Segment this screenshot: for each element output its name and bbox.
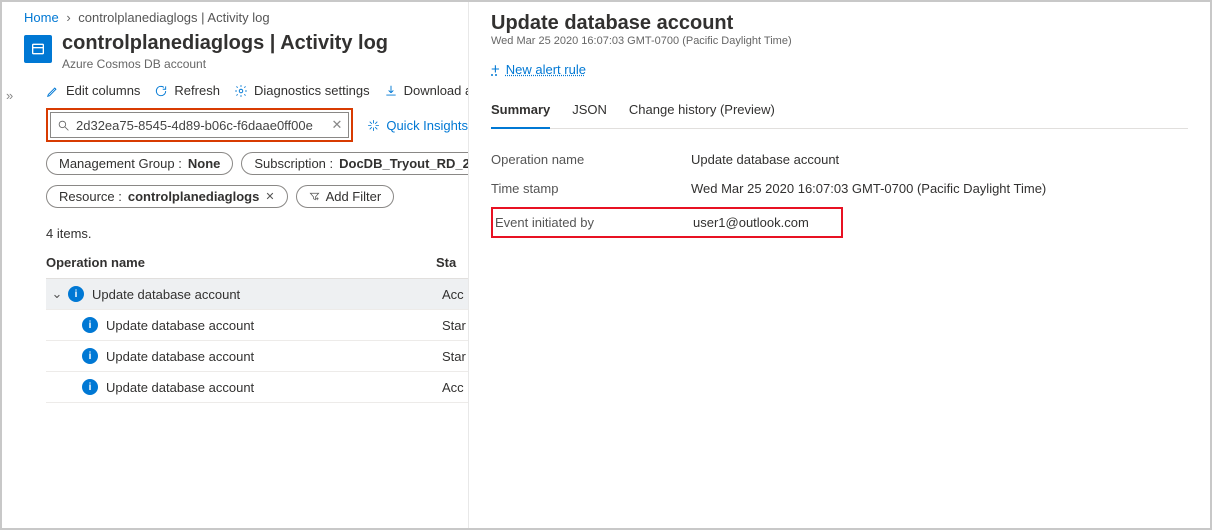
tab-summary[interactable]: Summary: [491, 96, 550, 129]
refresh-label: Refresh: [174, 83, 220, 98]
table-row[interactable]: i Update database account Star: [46, 310, 468, 341]
timestamp-label: Time stamp: [491, 181, 691, 196]
info-icon: i: [82, 317, 98, 333]
filter-pills: Management Group : None Subscription : D…: [2, 142, 468, 208]
expand-panel-icon[interactable]: »: [6, 88, 13, 103]
new-alert-rule-button[interactable]: + New alert rule: [491, 61, 586, 78]
quick-insights-button[interactable]: Quick Insights: [367, 118, 468, 133]
page-subtitle: Azure Cosmos DB account: [62, 57, 388, 71]
add-filter-icon: [309, 191, 320, 202]
clear-search-icon[interactable]: ✕: [331, 117, 342, 133]
initiated-by-value: user1@outlook.com: [693, 215, 837, 230]
status-cell: Star: [442, 349, 466, 364]
refresh-button[interactable]: Refresh: [154, 83, 220, 98]
search-highlight: ✕: [46, 108, 353, 142]
info-icon: i: [82, 379, 98, 395]
toolbar: Edit columns Refresh Diagnostics setting…: [2, 79, 468, 108]
breadcrumb: Home › controlplanediaglogs | Activity l…: [2, 2, 468, 31]
breadcrumb-home[interactable]: Home: [24, 10, 59, 25]
table-header: Operation name Sta: [46, 247, 468, 279]
operation-cell: Update database account: [106, 318, 442, 333]
detail-panel: Update database account Wed Mar 25 2020 …: [469, 2, 1210, 528]
info-icon: i: [68, 286, 84, 302]
app-frame: Home › controlplanediaglogs | Activity l…: [0, 0, 1212, 530]
sparkle-icon: [367, 119, 380, 132]
tab-json[interactable]: JSON: [572, 96, 607, 128]
diagnostics-button[interactable]: Diagnostics settings: [234, 83, 370, 98]
search-row: ✕ Quick Insights: [2, 108, 468, 142]
res-value: controlplanediaglogs: [128, 189, 259, 204]
item-count: 4 items.: [2, 218, 468, 247]
detail-tabs: Summary JSON Change history (Preview): [491, 96, 1188, 129]
initiated-by-highlight: Event initiated by user1@outlook.com: [491, 207, 843, 238]
detail-timestamp-header: Wed Mar 25 2020 16:07:03 GMT-0700 (Pacif…: [491, 35, 1188, 47]
left-panel: Home › controlplanediaglogs | Activity l…: [2, 2, 469, 528]
search-icon: [57, 119, 70, 132]
pencil-icon: [46, 84, 60, 98]
chevron-right-icon: ›: [66, 10, 70, 25]
info-icon: i: [82, 348, 98, 364]
page-title: controlplanediaglogs | Activity log: [62, 31, 388, 55]
add-filter-label: Add Filter: [326, 189, 382, 204]
download-label: Download as C: [404, 83, 468, 98]
plus-icon: +: [491, 61, 500, 78]
status-cell: Star: [442, 318, 466, 333]
kv-operation-name: Operation name Update database account: [491, 145, 1188, 174]
operation-name-label: Operation name: [491, 152, 691, 167]
chevron-down-icon[interactable]: ⌄: [46, 286, 68, 302]
initiated-by-label: Event initiated by: [493, 215, 693, 230]
col-status[interactable]: Sta: [436, 255, 468, 270]
quick-insights-label: Quick Insights: [386, 118, 468, 133]
kv-timestamp: Time stamp Wed Mar 25 2020 16:07:03 GMT-…: [491, 174, 1188, 203]
search-box[interactable]: ✕: [50, 112, 349, 138]
download-icon: [384, 84, 398, 98]
download-button[interactable]: Download as C: [384, 83, 468, 98]
detail-title: Update database account: [491, 12, 1188, 35]
filter-subscription[interactable]: Subscription : DocDB_Tryout_RD_20170: [241, 152, 468, 175]
table-row[interactable]: i Update database account Acc: [46, 372, 468, 403]
gear-icon: [234, 84, 248, 98]
kv-initiated-by: Event initiated by user1@outlook.com: [493, 211, 837, 234]
mg-label: Management Group :: [59, 156, 182, 171]
sub-label: Subscription :: [254, 156, 333, 171]
table-row[interactable]: i Update database account Star: [46, 341, 468, 372]
operation-name-value: Update database account: [691, 152, 1188, 167]
operation-cell: Update database account: [106, 349, 442, 364]
diagnostics-label: Diagnostics settings: [254, 83, 370, 98]
search-input[interactable]: [76, 118, 331, 133]
filter-management-group[interactable]: Management Group : None: [46, 152, 233, 175]
breadcrumb-current: controlplanediaglogs | Activity log: [78, 10, 269, 25]
edit-columns-label: Edit columns: [66, 83, 140, 98]
col-operation-name[interactable]: Operation name: [46, 255, 436, 270]
remove-filter-icon[interactable]: ✕: [265, 190, 274, 203]
new-alert-label: New alert rule: [506, 62, 586, 77]
operation-cell: Update database account: [106, 380, 442, 395]
timestamp-value: Wed Mar 25 2020 16:07:03 GMT-0700 (Pacif…: [691, 181, 1188, 196]
sub-value: DocDB_Tryout_RD_20170: [339, 156, 468, 171]
tab-change-history[interactable]: Change history (Preview): [629, 96, 775, 128]
cosmosdb-icon: [24, 35, 52, 63]
res-label: Resource :: [59, 189, 122, 204]
operation-cell: Update database account: [92, 287, 442, 302]
page-header: controlplanediaglogs | Activity log Azur…: [2, 31, 468, 79]
activity-table: Operation name Sta ⌄ i Update database a…: [46, 247, 468, 403]
edit-columns-button[interactable]: Edit columns: [46, 83, 140, 98]
filter-resource[interactable]: Resource : controlplanediaglogs ✕: [46, 185, 288, 208]
status-cell: Acc: [442, 287, 464, 302]
mg-value: None: [188, 156, 221, 171]
status-cell: Acc: [442, 380, 464, 395]
refresh-icon: [154, 84, 168, 98]
add-filter-button[interactable]: Add Filter: [296, 185, 395, 208]
table-row[interactable]: ⌄ i Update database account Acc: [46, 279, 468, 310]
